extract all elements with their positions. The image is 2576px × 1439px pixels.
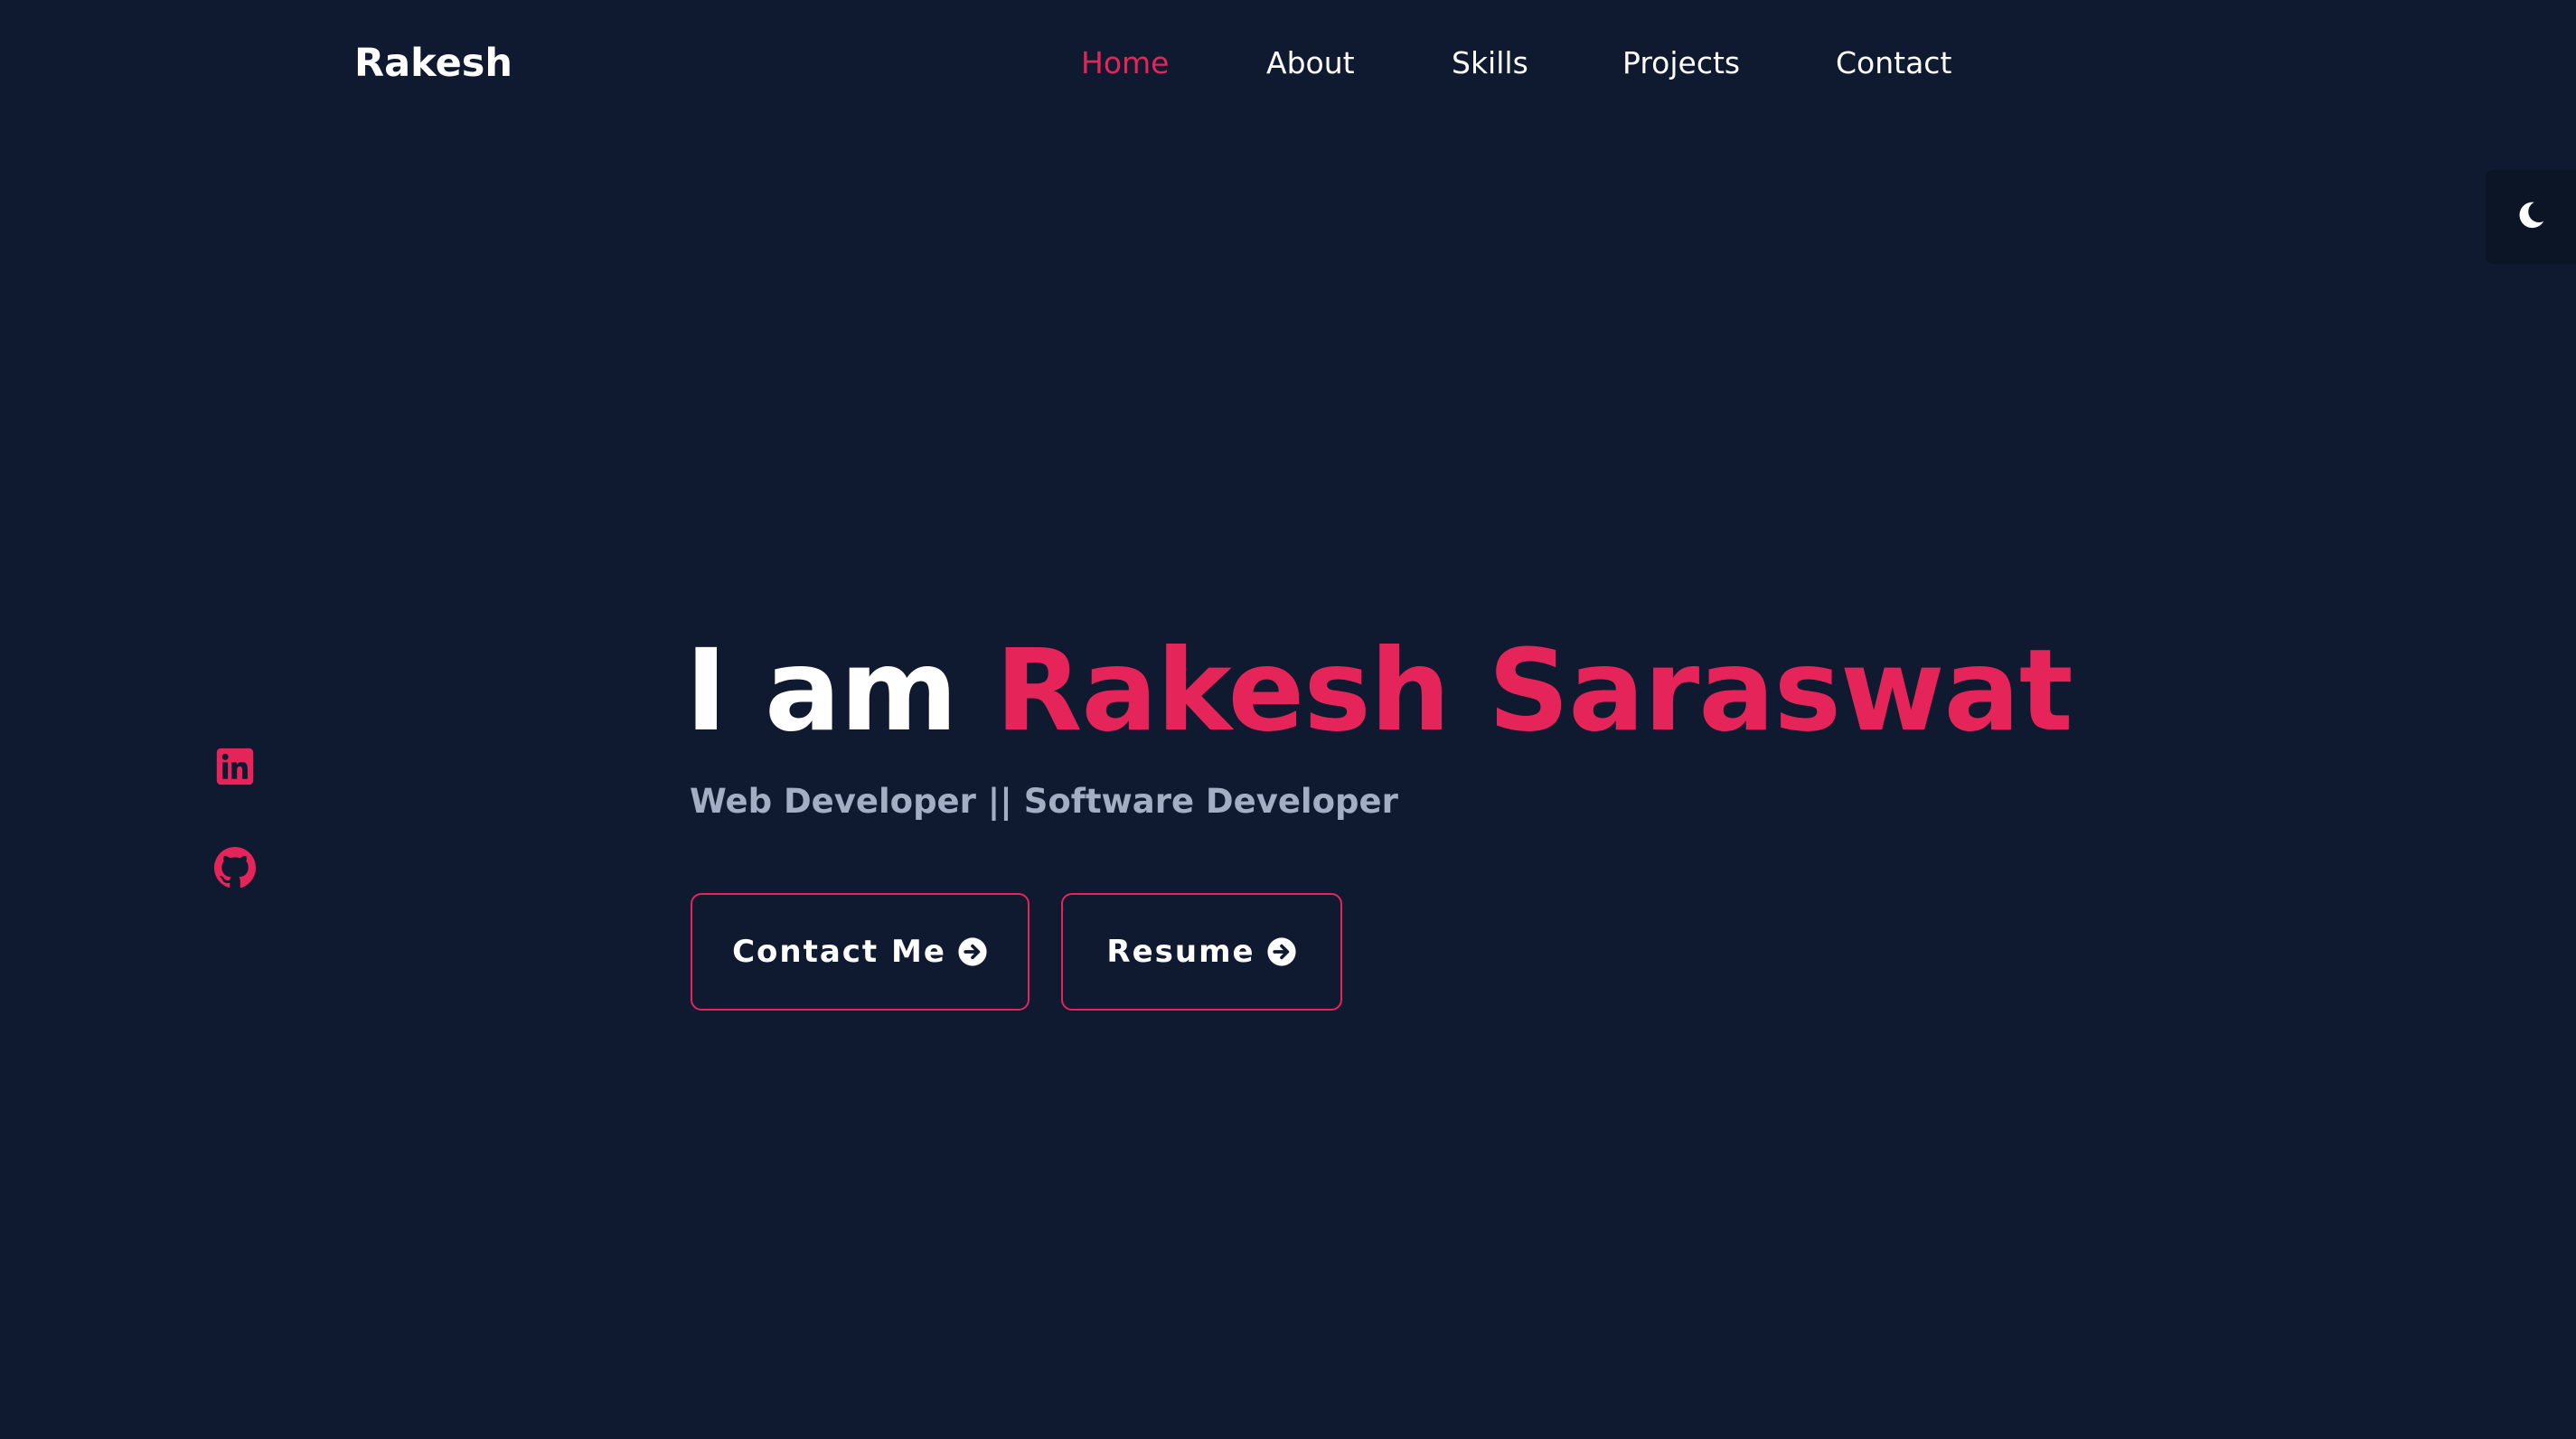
resume-label: Resume — [1106, 934, 1255, 970]
hero-subtitle: Web Developer || Software Developer — [690, 782, 1398, 821]
hero-title-prefix: I am — [685, 625, 958, 757]
moon-icon — [2515, 199, 2547, 235]
hero-title-name: Rakesh Saraswat — [995, 625, 2073, 757]
contact-me-button[interactable]: Contact Me — [691, 893, 1029, 1011]
hero-title: I am Rakesh Saraswat — [685, 624, 2073, 759]
arrow-right-circle-icon — [957, 936, 988, 967]
contact-me-label: Contact Me — [732, 934, 946, 970]
nav-projects[interactable]: Projects — [1622, 36, 1740, 90]
nav-contact[interactable]: Contact — [1836, 36, 1951, 90]
main-nav: Home About Skills Projects Contact — [0, 36, 2576, 90]
linkedin-icon — [215, 747, 255, 790]
theme-toggle-button[interactable] — [2486, 170, 2576, 264]
arrow-right-circle-icon — [1266, 936, 1297, 967]
nav-about[interactable]: About — [1266, 36, 1355, 90]
resume-button[interactable]: Resume — [1061, 893, 1342, 1011]
github-link[interactable] — [210, 844, 260, 895]
nav-home[interactable]: Home — [1081, 36, 1169, 90]
github-icon — [213, 846, 257, 893]
linkedin-link[interactable] — [210, 743, 260, 794]
nav-skills[interactable]: Skills — [1452, 36, 1528, 90]
